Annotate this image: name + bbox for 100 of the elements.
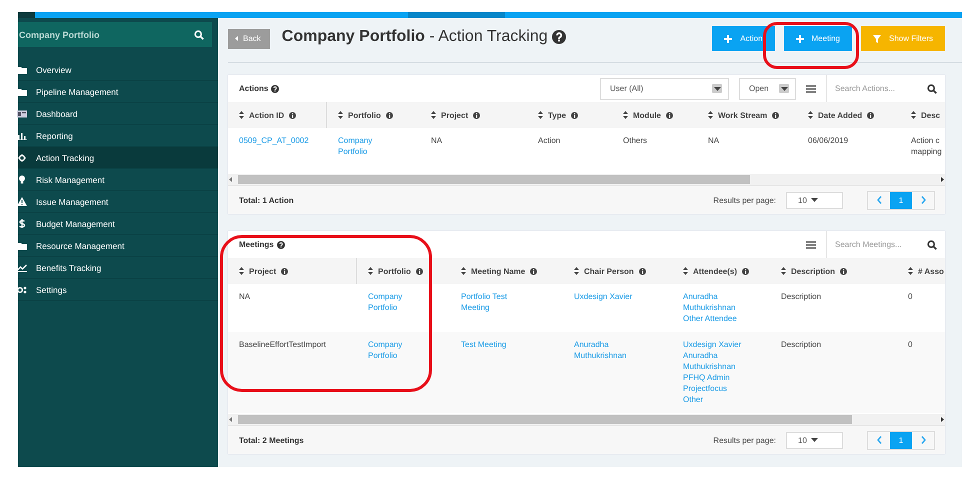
sidebar-item[interactable]: Dashboard — [18, 103, 218, 125]
sort-icon — [908, 267, 913, 275]
column-header[interactable]: Portfolio — [348, 110, 381, 120]
info-icon — [666, 112, 673, 118]
sort-icon — [623, 111, 628, 119]
sidebar-item[interactable]: Benefits Tracking — [18, 257, 218, 279]
info-icon — [473, 112, 480, 118]
target-icon — [17, 154, 27, 162]
sort-icon — [368, 267, 373, 275]
help-icon — [552, 30, 566, 44]
caret-icon — [810, 438, 818, 442]
folder-icon — [17, 66, 27, 74]
search-icon — [927, 240, 937, 250]
sort-icon — [538, 111, 543, 119]
sidebar-search-box[interactable]: Company Portfolio — [18, 22, 212, 47]
scrollbar[interactable] — [228, 414, 945, 425]
page-title: Company Portfolio - Action Tracking — [282, 28, 548, 46]
help-icon — [271, 84, 280, 92]
folder-icon — [17, 242, 27, 250]
column-header[interactable]: Project — [249, 266, 276, 276]
table-cell: Description — [781, 291, 822, 302]
sidebar-item[interactable]: Issue Management — [18, 191, 218, 213]
column-header[interactable]: Action ID — [249, 110, 284, 120]
bar-chart-icon — [17, 132, 27, 140]
sidebar-title: Company Portfolio — [19, 30, 100, 40]
section-title: Meetings — [239, 240, 274, 249]
arrow-left-icon — [228, 177, 234, 182]
sort-icon — [708, 111, 713, 119]
column-header[interactable]: Meeting Name — [471, 266, 526, 276]
bulb-icon — [17, 175, 27, 184]
sidebar-item[interactable]: Risk Management — [18, 169, 218, 191]
scrollbar[interactable] — [228, 174, 945, 185]
menu-icon — [806, 84, 816, 92]
info-icon — [416, 268, 423, 274]
chevron-left-icon — [876, 196, 882, 204]
arrow-left-icon — [228, 417, 234, 422]
sort-icon — [239, 111, 244, 119]
sort-icon — [338, 111, 343, 119]
page-size-dropdown[interactable]: 10 — [786, 192, 843, 208]
folder-icon — [17, 88, 27, 96]
dashboard-icon — [17, 110, 27, 118]
info-icon — [281, 268, 288, 274]
results-label: Results per page: — [713, 196, 776, 204]
chevron-left-icon — [876, 436, 882, 444]
caret-icon — [810, 198, 818, 202]
gears-icon — [17, 286, 27, 294]
search-icon — [927, 84, 937, 94]
column-header[interactable]: Module — [633, 110, 661, 120]
table-cell: BaselineEffortTestImport — [239, 339, 326, 350]
table-cell: Others — [623, 135, 648, 146]
filter-icon — [872, 34, 881, 42]
sort-icon — [683, 267, 688, 275]
plus-icon — [796, 34, 804, 42]
search-field[interactable]: Search Actions... — [835, 84, 923, 93]
column-header[interactable]: Work Stream — [718, 110, 768, 120]
sidebar-item[interactable]: Pipeline Management — [18, 81, 218, 103]
dropdown[interactable]: Open — [739, 78, 796, 100]
column-header[interactable]: Type — [548, 110, 566, 120]
sort-icon — [431, 111, 436, 119]
sidebar-item[interactable]: Overview — [18, 59, 218, 81]
info-icon — [530, 268, 538, 274]
sort-icon — [808, 111, 813, 119]
table-cell: 06/06/2019 — [808, 135, 848, 146]
info-icon — [638, 268, 646, 274]
sort-icon — [911, 111, 916, 119]
caret-icon — [780, 86, 788, 90]
table-cell: 0 — [908, 339, 912, 350]
table-cell: NA — [239, 291, 250, 302]
table-cell: Description — [781, 339, 822, 350]
column-header[interactable]: # Asso — [918, 266, 944, 276]
sort-icon — [781, 267, 786, 275]
plus-icon — [724, 34, 732, 42]
sidebar-item[interactable]: Resource Management — [18, 235, 218, 257]
dropdown[interactable]: User (All) — [600, 78, 729, 100]
search-field[interactable]: Search Meetings... — [835, 240, 923, 249]
sidebar-item[interactable]: Settings — [18, 279, 218, 301]
sidebar-item[interactable]: Action Tracking — [18, 147, 218, 169]
table-cell: NA — [431, 135, 442, 146]
total-count: Total: 1 Action — [239, 196, 294, 204]
help-icon — [276, 240, 285, 248]
sidebar-item[interactable]: Budget Management — [18, 213, 218, 235]
column-header[interactable]: Description — [791, 266, 836, 276]
column-header[interactable]: Desc — [921, 110, 940, 120]
line-chart-icon — [17, 264, 27, 272]
info-icon — [386, 112, 393, 118]
section-title: Actions — [239, 84, 268, 93]
column-header[interactable]: Attendee(s) — [693, 266, 738, 276]
column-header[interactable]: Date Added — [818, 110, 862, 120]
column-header[interactable]: Chair Person — [584, 266, 634, 276]
caret-left-icon — [235, 36, 238, 41]
info-icon — [772, 112, 780, 118]
column-header[interactable]: Project — [441, 110, 468, 120]
page-size-dropdown[interactable]: 10 — [786, 432, 843, 448]
table-cell: 0 — [908, 291, 912, 302]
total-count: Total: 2 Meetings — [239, 436, 304, 444]
results-label: Results per page: — [713, 436, 776, 444]
sort-icon — [574, 267, 579, 275]
column-header[interactable]: Portfolio — [378, 266, 411, 276]
info-icon — [571, 112, 578, 118]
sort-icon — [239, 267, 244, 275]
